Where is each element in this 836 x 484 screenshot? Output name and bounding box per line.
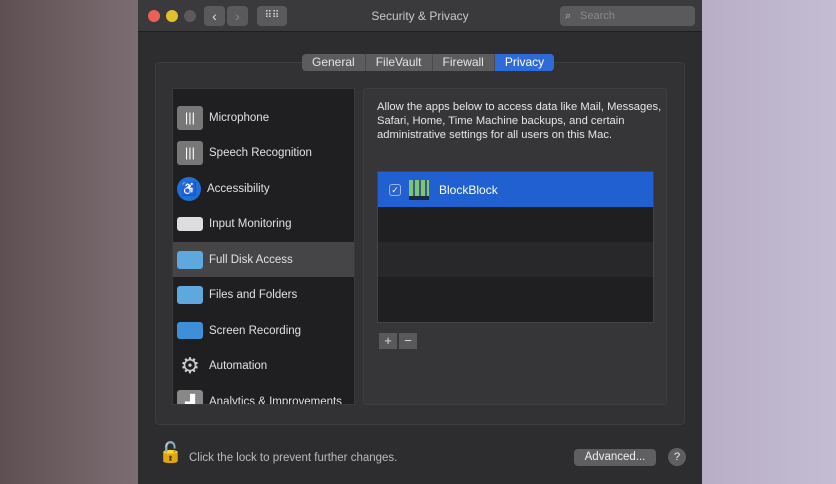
app-checkbox[interactable]: ✓ bbox=[389, 183, 401, 196]
app-row-blockblock[interactable]: ✓ BlockBlock bbox=[378, 172, 653, 207]
sidebar-item-label: Full Disk Access bbox=[209, 253, 293, 266]
search-icon: ⌕ bbox=[565, 10, 572, 22]
chart-icon: ▟ bbox=[177, 389, 203, 404]
folder-icon bbox=[177, 250, 203, 269]
sidebar-item-analytics[interactable]: ▟ Analytics & Improvements bbox=[173, 384, 354, 405]
preferences-window: ‹ › ⠿⠿ Security & Privacy ⌕ Search Genera… bbox=[138, 0, 702, 484]
keyboard-icon bbox=[177, 216, 203, 231]
access-detail-pane: Allow the apps below to access data like… bbox=[363, 88, 667, 405]
tab-privacy[interactable]: Privacy bbox=[494, 54, 555, 71]
lock-status-text: Click the lock to prevent further change… bbox=[189, 452, 398, 464]
description-text: Allow the apps below to access data like… bbox=[377, 101, 662, 141]
sidebar-item-accessibility[interactable]: ♿ Accessibility bbox=[173, 171, 354, 206]
empty-row bbox=[378, 207, 653, 242]
waveform-icon: ||| bbox=[177, 140, 203, 165]
sidebar-item-label: Screen Recording bbox=[209, 324, 302, 337]
gear-icon: ⚙ bbox=[180, 352, 200, 378]
sidebar-item-automation[interactable]: ⚙ Automation bbox=[173, 348, 354, 383]
sidebar-item-microphone[interactable]: ||| Microphone bbox=[173, 100, 354, 135]
app-list[interactable]: ✓ BlockBlock bbox=[377, 171, 654, 323]
app-name: BlockBlock bbox=[439, 182, 498, 197]
sidebar-item-label: Speech Recognition bbox=[209, 146, 312, 159]
sidebar-item-label: Accessibility bbox=[207, 182, 270, 195]
sidebar-item-full-disk-access[interactable]: Full Disk Access bbox=[173, 242, 354, 277]
tab-filevault[interactable]: FileVault bbox=[366, 54, 433, 71]
privacy-category-list[interactable]: ||| Microphone ||| Speech Recognition ♿ Acc… bbox=[172, 88, 355, 405]
search-input[interactable]: ⌕ Search bbox=[560, 6, 695, 26]
sidebar-item-screen-recording[interactable]: Screen Recording bbox=[173, 313, 354, 348]
accessibility-icon: ♿ bbox=[177, 176, 201, 201]
empty-row bbox=[378, 277, 653, 312]
sidebar-item-label: Input Monitoring bbox=[209, 217, 292, 230]
folder-icon bbox=[177, 285, 203, 304]
display-icon bbox=[177, 322, 203, 339]
sidebar-item-speech-recognition[interactable]: ||| Speech Recognition bbox=[173, 135, 354, 170]
search-placeholder: Search bbox=[580, 10, 615, 22]
sidebar-item-label: Microphone bbox=[209, 111, 270, 124]
advanced-button[interactable]: Advanced... bbox=[574, 449, 656, 466]
help-button[interactable]: ? bbox=[668, 448, 686, 466]
tab-firewall[interactable]: Firewall bbox=[433, 54, 495, 71]
sidebar-item-label: Automation bbox=[209, 359, 268, 372]
sidebar-item-label: Analytics & Improvements bbox=[209, 395, 342, 405]
sidebar-item-files-and-folders[interactable]: Files and Folders bbox=[173, 277, 354, 312]
add-app-button[interactable]: + bbox=[379, 333, 397, 349]
tab-general[interactable]: General bbox=[302, 54, 366, 71]
title-bar: ‹ › ⠿⠿ Security & Privacy ⌕ Search bbox=[138, 0, 702, 32]
tab-bar: General FileVault Firewall Privacy bbox=[302, 54, 555, 71]
sidebar-item-partial[interactable] bbox=[173, 89, 354, 99]
remove-app-button[interactable]: − bbox=[399, 333, 417, 349]
lock-icon[interactable]: 🔓 bbox=[158, 440, 183, 465]
blockblock-app-icon bbox=[409, 179, 429, 200]
microphone-icon: ||| bbox=[177, 105, 203, 130]
sidebar-item-input-monitoring[interactable]: Input Monitoring bbox=[173, 206, 354, 241]
empty-row bbox=[378, 242, 653, 277]
sidebar-item-label: Files and Folders bbox=[209, 288, 298, 301]
